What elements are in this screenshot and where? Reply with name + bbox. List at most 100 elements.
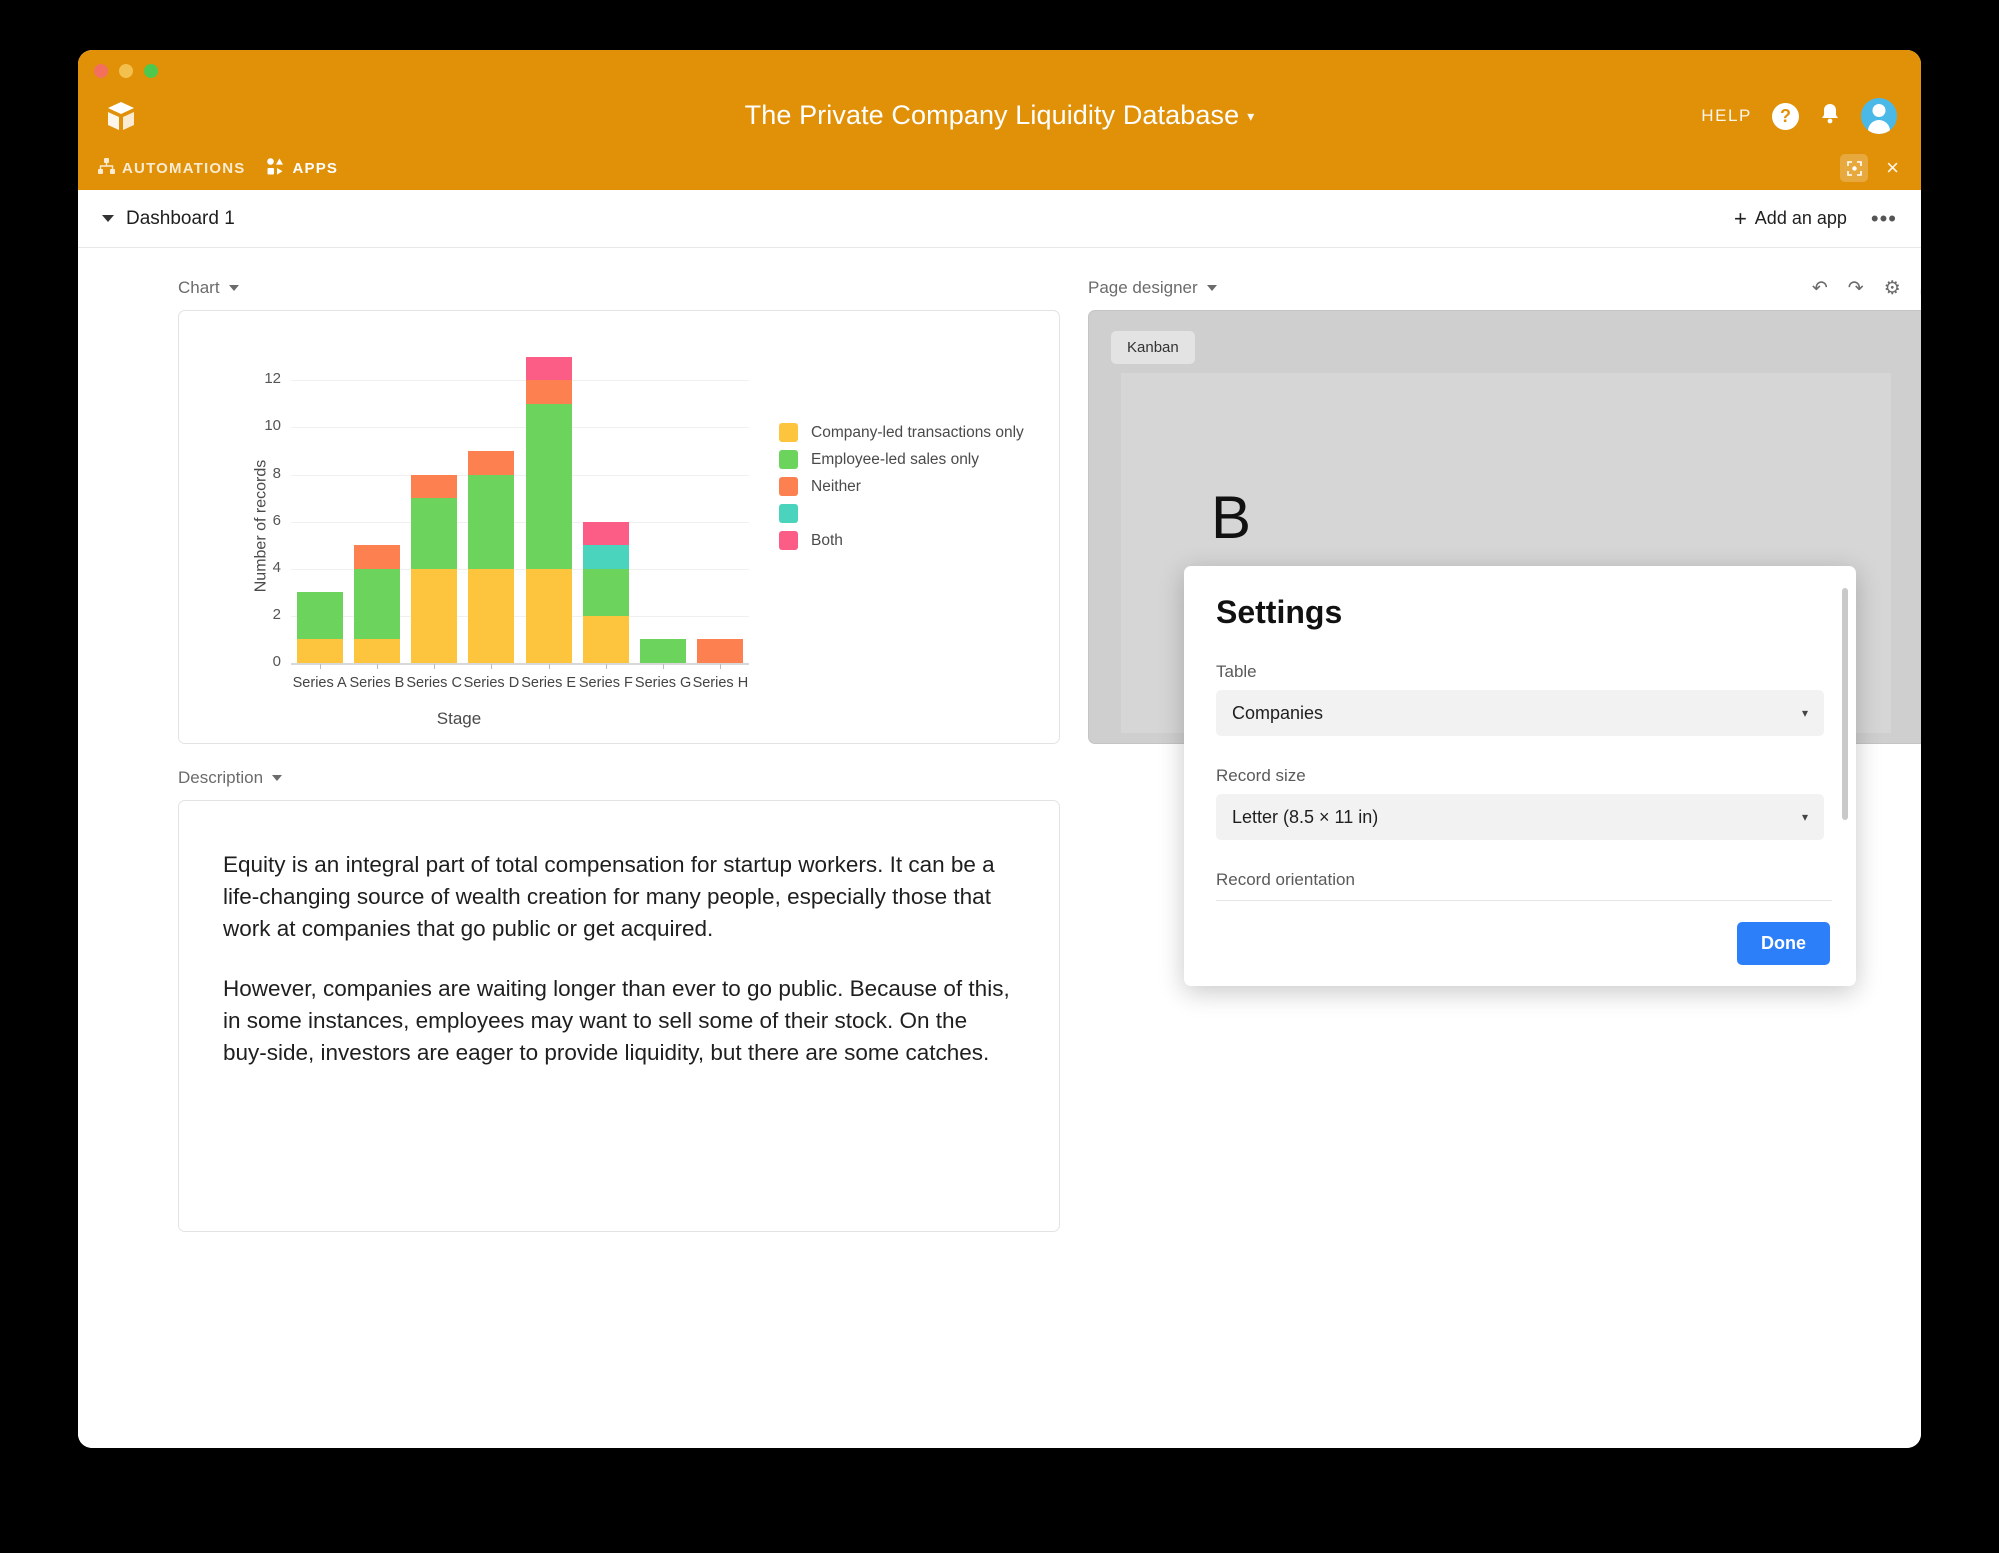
app-window: The Private Company Liquidity Database ▾ … (78, 50, 1921, 1448)
overflow-menu-icon[interactable]: ••• (1871, 207, 1897, 229)
chart-legend: Company-led transactions only Employee-le… (779, 419, 1024, 554)
chevron-down-icon[interactable] (1206, 285, 1217, 291)
chart-bar[interactable] (468, 345, 515, 663)
description-panel-label: Description (178, 768, 264, 787)
nav-automations-label: AUTOMATIONS (122, 159, 246, 177)
chart-bar-segment[interactable] (296, 639, 343, 663)
header-right-controls: HELP ? (1701, 98, 1897, 134)
plus-icon: + (1733, 205, 1747, 231)
chart-bar-segment[interactable] (468, 568, 515, 663)
chart-legend-item[interactable]: Neither (779, 473, 1024, 500)
description-panel: Description Equity is an integral part o… (178, 768, 1060, 1232)
settings-modal: Settings Table Companies ▾ Record size L… (1184, 566, 1856, 986)
chart-legend-item[interactable] (779, 500, 1024, 527)
chart-panel: Chart 0 2 4 6 8 10 12 Series A Series B Series CS… (178, 278, 1060, 744)
chart-bar-segment[interactable] (353, 639, 400, 663)
undo-icon[interactable]: ↶ (1812, 279, 1828, 298)
settings-modal-divider (1216, 900, 1832, 901)
record-orientation-field-label: Record orientation (1216, 870, 1355, 889)
dashboard-toolbar-right: + Add an app ••• (1733, 205, 1897, 231)
chart-bar[interactable] (525, 345, 572, 663)
settings-title: Settings (1216, 594, 1343, 630)
chart-y-tick-label: 10 (264, 417, 281, 435)
notifications-bell-icon[interactable] (1819, 102, 1841, 130)
add-app-button[interactable]: + Add an app (1733, 205, 1847, 231)
gear-icon[interactable]: ⚙ (1884, 279, 1901, 298)
chart-bar[interactable] (353, 345, 400, 663)
chart-bar-segment[interactable] (296, 592, 343, 640)
close-window-button[interactable] (94, 64, 108, 78)
app-title-text: The Private Company Liquidity Database (744, 100, 1240, 130)
chart-bar[interactable] (582, 345, 629, 663)
kanban-chip[interactable]: Kanban (1111, 331, 1195, 364)
chart-bar-segment[interactable] (582, 615, 629, 663)
chart-bar[interactable] (411, 345, 458, 663)
help-label[interactable]: HELP (1701, 106, 1752, 126)
chart-bar-segment[interactable] (468, 451, 515, 475)
minimize-window-button[interactable] (119, 64, 133, 78)
record-size-select-value: Letter (8.5 × 11 in) (1232, 806, 1379, 827)
chart-x-tick-mark (491, 664, 493, 669)
chart-bar-segment[interactable] (525, 356, 572, 381)
chart-bar-segment[interactable] (582, 521, 629, 546)
help-icon[interactable]: ? (1772, 102, 1799, 130)
record-size-select[interactable]: Letter (8.5 × 11 in) ▾ (1216, 794, 1824, 840)
maximize-window-button[interactable] (144, 64, 158, 78)
chart-x-tick-mark (548, 664, 550, 669)
chart-bar-segment[interactable] (525, 380, 572, 404)
secondary-nav-bar: AUTOMATIONS APPS × (78, 146, 1921, 190)
chart-bar-segment[interactable] (411, 474, 458, 499)
chart-y-tick-label: 2 (272, 605, 281, 623)
chart-x-tick-mark (605, 664, 607, 669)
chart-bar-segment[interactable] (697, 639, 744, 663)
done-button[interactable]: Done (1737, 922, 1830, 965)
expand-fullscreen-icon[interactable] (1840, 154, 1869, 182)
secondary-nav-left: AUTOMATIONS APPS (98, 157, 338, 179)
automations-icon (98, 157, 115, 179)
chart-x-tick-mark (720, 664, 722, 669)
chevron-down-icon[interactable] (228, 285, 239, 291)
chart-bar[interactable] (697, 345, 744, 663)
secondary-nav-right: × (1840, 154, 1899, 182)
dashboard-title[interactable]: Dashboard 1 (126, 208, 235, 230)
chart-x-axis-line (291, 663, 749, 665)
chart-legend-label: Both (811, 531, 843, 549)
chart-legend-item[interactable]: Both (779, 527, 1024, 554)
chart-x-tick-mark (376, 664, 378, 669)
record-size-field-label: Record size (1216, 766, 1306, 785)
chart-bar-segment[interactable] (411, 498, 458, 569)
chart-panel-header[interactable]: Chart (178, 278, 1060, 298)
chart-bar[interactable] (296, 345, 343, 663)
page-designer-panel-header[interactable]: Page designer (1088, 278, 1217, 298)
chart-legend-swatch (779, 450, 798, 469)
chart-x-tick-label: Series H (692, 675, 749, 691)
chart-legend-item[interactable]: Employee-led sales only (779, 446, 1024, 473)
chart-legend-item[interactable]: Company-led transactions only (779, 419, 1024, 446)
chart-bar-segment[interactable] (525, 403, 572, 569)
settings-modal-scrollbar[interactable] (1842, 588, 1848, 820)
chevron-down-icon[interactable] (272, 775, 283, 781)
chart-bar-segment[interactable] (468, 474, 515, 569)
redo-icon[interactable]: ↷ (1848, 279, 1864, 298)
chart-bar-segment[interactable] (353, 568, 400, 640)
chart-legend-label: Company-led transactions only (811, 423, 1024, 441)
nav-apps[interactable]: APPS (267, 157, 338, 179)
chart-bar-segment[interactable] (525, 568, 572, 663)
chart-bar-segment[interactable] (582, 568, 629, 616)
close-icon[interactable]: × (1886, 157, 1899, 179)
chart-bar[interactable] (640, 345, 687, 663)
app-title[interactable]: The Private Company Liquidity Database ▾ (78, 100, 1921, 131)
chart-legend-swatch (779, 504, 798, 523)
chart-bar-segment[interactable] (411, 568, 458, 663)
chart-bar-segment[interactable] (582, 545, 629, 569)
chevron-down-icon[interactable] (102, 215, 114, 222)
description-panel-header[interactable]: Description (178, 768, 1060, 788)
nav-automations[interactable]: AUTOMATIONS (98, 157, 246, 179)
avatar[interactable] (1861, 98, 1897, 134)
table-select[interactable]: Companies ▾ (1216, 690, 1824, 736)
chart-legend-swatch (779, 423, 798, 442)
chart-bar-segment[interactable] (640, 639, 687, 663)
chart-x-tick-mark (663, 664, 665, 669)
chart-y-tick-label: 12 (264, 370, 281, 388)
chart-bar-segment[interactable] (353, 545, 400, 569)
